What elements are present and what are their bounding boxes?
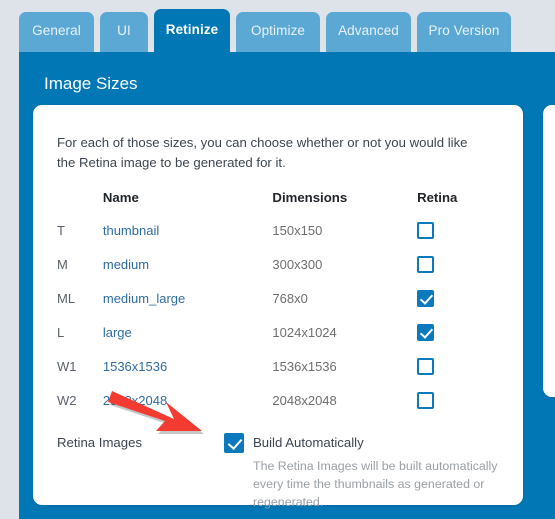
row-size-name-link[interactable]: 1536x1536 (103, 355, 273, 389)
image-sizes-table: Name Dimensions Retina Tthumbnail 150x150… (57, 190, 477, 423)
build-automatically-checkbox[interactable] (224, 433, 244, 453)
image-sizes-card: For each of those sizes, you can choose … (33, 105, 523, 509)
tab-general[interactable]: General (19, 12, 94, 52)
retina-images-label: Retina Images (57, 435, 143, 450)
checkbox-icon[interactable] (224, 433, 244, 453)
table-row: ML medium_large 768x0 (57, 287, 477, 321)
row-size-name-link[interactable]: medium_large (103, 287, 273, 321)
build-automatically-label: Build Automatically (253, 435, 364, 450)
row-size-name-link[interactable]: 2048x2048 (103, 389, 273, 423)
row-retina-checkbox[interactable] (417, 355, 477, 389)
header-dimensions: Dimensions (272, 190, 348, 205)
row-abbreviation: T (57, 223, 65, 238)
checkbox-icon[interactable] (417, 256, 435, 274)
row-dimensions: 1536x1536 (272, 359, 337, 374)
row-retina-checkbox[interactable] (417, 219, 477, 253)
tab-pro-version[interactable]: Pro Version (417, 12, 511, 52)
row-dimensions: 150x150 (272, 223, 323, 238)
tab-ui[interactable]: UI (100, 12, 148, 52)
row-retina-checkbox[interactable] (417, 287, 477, 321)
row-abbreviation: L (57, 325, 65, 340)
page-title: Image Sizes (44, 74, 138, 93)
row-dimensions: 300x300 (272, 257, 323, 272)
table-header-row: Name Dimensions Retina (57, 190, 477, 219)
intro-text: For each of those sizes, you can choose … (57, 135, 468, 170)
row-abbreviation: M (57, 257, 68, 272)
row-abbreviation: W1 (57, 359, 77, 374)
table-row: W2 2048x2048 2048x2048 (57, 389, 477, 423)
table-row: Llarge 1024x1024 (57, 321, 477, 355)
checkbox-icon[interactable] (417, 290, 435, 308)
row-retina-checkbox[interactable] (417, 253, 477, 287)
checkbox-icon[interactable] (417, 222, 435, 240)
row-abbreviation: ML (57, 291, 76, 306)
table-row: W1 1536x1536 1536x1536 (57, 355, 477, 389)
build-automatically-help-text: The Retina Images will be built automati… (253, 459, 498, 509)
row-dimensions: 1024x1024 (272, 325, 337, 340)
row-size-name-link[interactable]: large (103, 321, 273, 355)
row-retina-checkbox[interactable] (417, 321, 477, 355)
header-name: Name (102, 190, 139, 205)
checkbox-icon[interactable] (417, 358, 435, 376)
checkbox-icon[interactable] (417, 324, 435, 342)
tab-retinize[interactable]: Retinize (154, 9, 230, 52)
tab-advanced[interactable]: Advanced (326, 12, 411, 52)
row-abbreviation: W2 (57, 393, 77, 408)
table-row: Tthumbnail 150x150 (57, 219, 477, 253)
checkbox-icon[interactable] (417, 392, 435, 410)
tab-optimize[interactable]: Optimize (236, 12, 320, 52)
tab-bar: General UI Retinize Optimize Advanced Pro Ver… (0, 0, 555, 52)
row-size-name-link[interactable]: medium (103, 253, 273, 287)
header-retina: Retina (417, 190, 458, 205)
row-dimensions: 768x0 (272, 291, 308, 306)
row-retina-checkbox[interactable] (417, 389, 477, 423)
secondary-card (543, 105, 555, 397)
row-size-name-link[interactable]: thumbnail (103, 219, 273, 253)
row-dimensions: 2048x2048 (272, 393, 337, 408)
header-abbr (57, 190, 103, 219)
table-row: Mmedium 300x300 (57, 253, 477, 287)
